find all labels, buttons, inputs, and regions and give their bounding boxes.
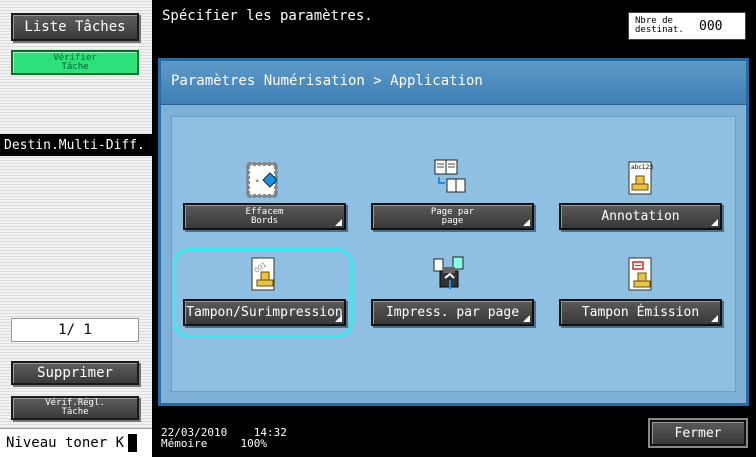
page-print-label: Impress. par page <box>385 305 520 320</box>
edge-erase-button[interactable]: Effacem Bords <box>183 203 346 230</box>
memory-label: Mémoire <box>161 437 208 450</box>
toner-level: Niveau toner K <box>0 428 152 457</box>
annotation-label: Annotation <box>601 209 680 224</box>
check-settings-button[interactable]: Vérif.Régl. Tâche <box>11 396 139 420</box>
multi-destination-label: Destin.Multi-Diff. <box>0 134 152 156</box>
job-list-button[interactable]: Liste Tâches <box>11 13 139 41</box>
page-indicator-text: 1/ 1 <box>58 322 92 338</box>
destination-counter: Nbre de destinat. 000 <box>628 12 746 40</box>
svg-text:«: « <box>255 177 259 185</box>
left-panel-texture-lower <box>0 156 152 428</box>
book-copy-icon <box>434 159 466 193</box>
svg-text:abc123: abc123 <box>631 164 653 171</box>
check-job-label-2: Tâche <box>61 61 89 72</box>
edge-erase-label-2: Bords <box>250 215 279 226</box>
destination-count-label: Nbre de destinat. <box>635 17 689 35</box>
delete-label: Supprimer <box>37 365 113 381</box>
annotation-stamp-icon: abc123 <box>628 161 653 195</box>
page-print-icon <box>433 256 464 289</box>
page-indicator: 1/ 1 <box>11 318 139 342</box>
close-label: Fermer <box>674 425 722 441</box>
check-job-button[interactable]: Vérifier Tâche <box>11 50 139 75</box>
page-per-page-label-2: page <box>441 215 464 226</box>
check-settings-label-2: Tâche <box>61 407 89 417</box>
page-per-page-button[interactable]: Page par page <box>371 203 534 230</box>
destination-count-value: 000 <box>699 18 723 34</box>
send-stamp-label: Tampon Émission <box>581 305 700 320</box>
toner-label: Niveau toner K <box>6 435 125 451</box>
frame-erase-icon: « <box>246 162 278 198</box>
left-panel: Liste Tâches Vérifier Tâche Destin.Multi… <box>0 0 152 457</box>
destination-label-2: destinat. <box>635 25 684 35</box>
send-stamp-icon <box>628 257 652 291</box>
job-list-label: Liste Tâches <box>24 19 126 35</box>
breadcrumb: Paramètres Numérisation > Application <box>161 61 746 105</box>
selection-highlight <box>173 248 353 338</box>
annotation-button[interactable]: Annotation <box>559 203 722 230</box>
memory-value: 100% <box>240 437 267 450</box>
application-panel: Paramètres Numérisation > Application <box>158 58 749 406</box>
close-button[interactable]: Fermer <box>650 420 746 446</box>
page-print-button[interactable]: Impress. par page <box>371 299 534 326</box>
instruction-text: Spécifier les paramètres. <box>162 8 373 24</box>
status-datetime: 22/03/2010 14:32 Mémoire 100% <box>161 427 287 449</box>
toner-bar-icon <box>128 434 138 452</box>
send-stamp-button[interactable]: Tampon Émission <box>559 299 722 326</box>
multi-destination-text: Destin.Multi-Diff. <box>4 137 145 153</box>
delete-button[interactable]: Supprimer <box>11 361 139 385</box>
